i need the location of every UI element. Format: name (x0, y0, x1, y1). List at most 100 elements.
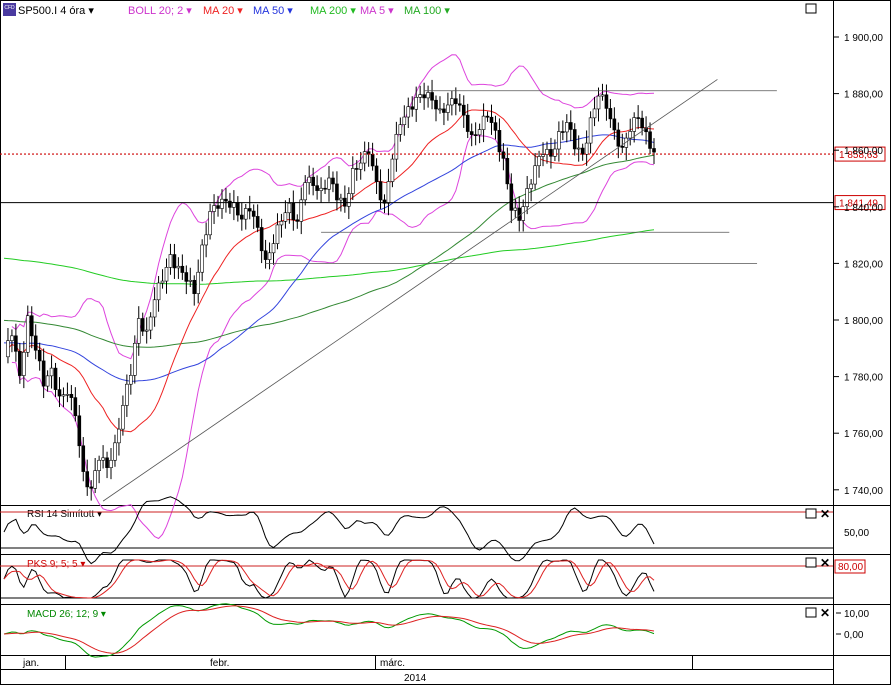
indicator-legend-1[interactable]: MA 20 ▾ (203, 5, 243, 17)
stoch-maximize-button[interactable] (805, 557, 817, 568)
rsi-tick-50: 50,00 (844, 528, 869, 539)
candle-body (204, 234, 208, 246)
ma20-line (7, 109, 655, 433)
rsi-close-icon[interactable]: ✕ (820, 507, 830, 521)
price-tick: 1 860,00 (844, 146, 883, 157)
candle-body (489, 116, 494, 123)
candle-body (117, 428, 121, 444)
candle-body (501, 151, 506, 159)
candle-body (319, 187, 323, 191)
price-tick: 1 840,00 (844, 203, 883, 214)
candle-body (267, 252, 272, 260)
price-candles (6, 79, 656, 501)
indicator-legend-0[interactable]: BOLL 20; 2 ▾ (128, 5, 192, 17)
indicator-legend-3[interactable]: MA 200 ▾ (310, 5, 356, 17)
candle-body (129, 375, 133, 385)
stoch-label-text: PKS 9; 5; 5 (27, 559, 78, 570)
candle-body (18, 351, 22, 376)
candle-body (628, 131, 633, 139)
candle-body (461, 104, 466, 116)
candle-body (438, 108, 442, 111)
candle-body (275, 224, 280, 244)
macd-tick-10: 10,00 (844, 609, 869, 620)
candle-body (549, 149, 553, 157)
candle-body (200, 244, 204, 273)
candle-body (29, 315, 34, 337)
candle-body (41, 360, 46, 387)
indicator-legend-2[interactable]: MA 50 ▾ (253, 5, 293, 17)
price-tick: 1 900,00 (844, 33, 883, 44)
candle-body (450, 98, 454, 106)
candle-body (572, 129, 577, 150)
candle-body (537, 156, 541, 167)
candle-body (263, 250, 268, 260)
candle-body (457, 103, 462, 106)
cfd-badge: CFD (4, 5, 15, 11)
chart-window: CFD SP500.I 4 óra ▾ BOLL 20; 2 ▾ MA 20 ▾ M… (0, 0, 891, 685)
candle-body (259, 227, 264, 252)
candle-body (140, 318, 145, 332)
price-tick: 1 800,00 (844, 316, 883, 327)
symbol-label: SP500.I (18, 5, 57, 17)
candle-body (279, 221, 284, 226)
candle-body (240, 214, 244, 220)
macd-label[interactable]: MACD 26; 12; 9 ▾ (27, 609, 106, 620)
candle-body (481, 115, 486, 130)
candle-body (25, 315, 30, 353)
candle-body (565, 122, 569, 133)
candle-body (616, 129, 621, 147)
candle-body (584, 142, 589, 155)
candle-body (541, 154, 545, 157)
candle-body (216, 205, 220, 209)
stoch-close-icon[interactable]: ✕ (820, 556, 830, 570)
bollinger-upper (11, 54, 655, 360)
candle-body (525, 188, 529, 207)
candle-body (196, 271, 201, 294)
candle-body (113, 442, 117, 461)
symbol-selector[interactable]: SP500.I 4 óra ▾ (18, 5, 94, 17)
rsi-maximize-button[interactable] (805, 508, 817, 519)
candle-body (57, 389, 62, 397)
candle-body (45, 375, 50, 387)
candle-body (446, 104, 450, 113)
candle-body (283, 212, 288, 222)
candle-body (224, 198, 228, 202)
candle-body (125, 383, 129, 406)
candle-body (69, 393, 74, 398)
candle-body (14, 335, 18, 352)
candle-body (600, 94, 605, 97)
candle-body (378, 181, 383, 201)
macd-tick-0: 0,00 (844, 630, 864, 641)
candle-body (49, 367, 54, 377)
candle-body (422, 94, 426, 99)
price-tick: 1 760,00 (844, 429, 883, 440)
candle-body (311, 176, 315, 186)
candle-body (331, 177, 335, 185)
candle-body (89, 486, 93, 489)
candle-body (561, 131, 565, 133)
candle-body (220, 198, 224, 209)
candle-body (303, 182, 308, 201)
indicator-legend-4[interactable]: MA 5 ▾ (360, 5, 394, 17)
candle-body (251, 210, 256, 217)
candle-body (132, 342, 137, 376)
price-chart: CFD SP500.I 4 óra ▾ BOLL 20; 2 ▾ MA 20 ▾ M… (0, 0, 891, 685)
candle-body (406, 106, 411, 118)
candle-body (588, 117, 593, 144)
rsi-label-text: RSI 14 Simított (27, 509, 94, 520)
candle-body (640, 117, 644, 129)
candle-body (184, 272, 189, 282)
trendlines (102, 79, 777, 502)
candle-body (576, 147, 581, 150)
macd-close-icon[interactable]: ✕ (820, 606, 830, 620)
macd-maximize-button[interactable] (805, 607, 817, 618)
candle-body (22, 351, 26, 376)
candle-body (97, 459, 101, 471)
candle-body (208, 211, 212, 236)
candle-body (160, 280, 165, 284)
stoch-label[interactable]: PKS 9; 5; 5 ▾ (27, 559, 85, 570)
maximize-button[interactable] (805, 3, 817, 14)
timeframe-label: 4 óra (60, 5, 86, 17)
indicator-legend-5[interactable]: MA 100 ▾ (404, 5, 450, 17)
rsi-label[interactable]: RSI 14 Simított ▾ (27, 509, 102, 520)
